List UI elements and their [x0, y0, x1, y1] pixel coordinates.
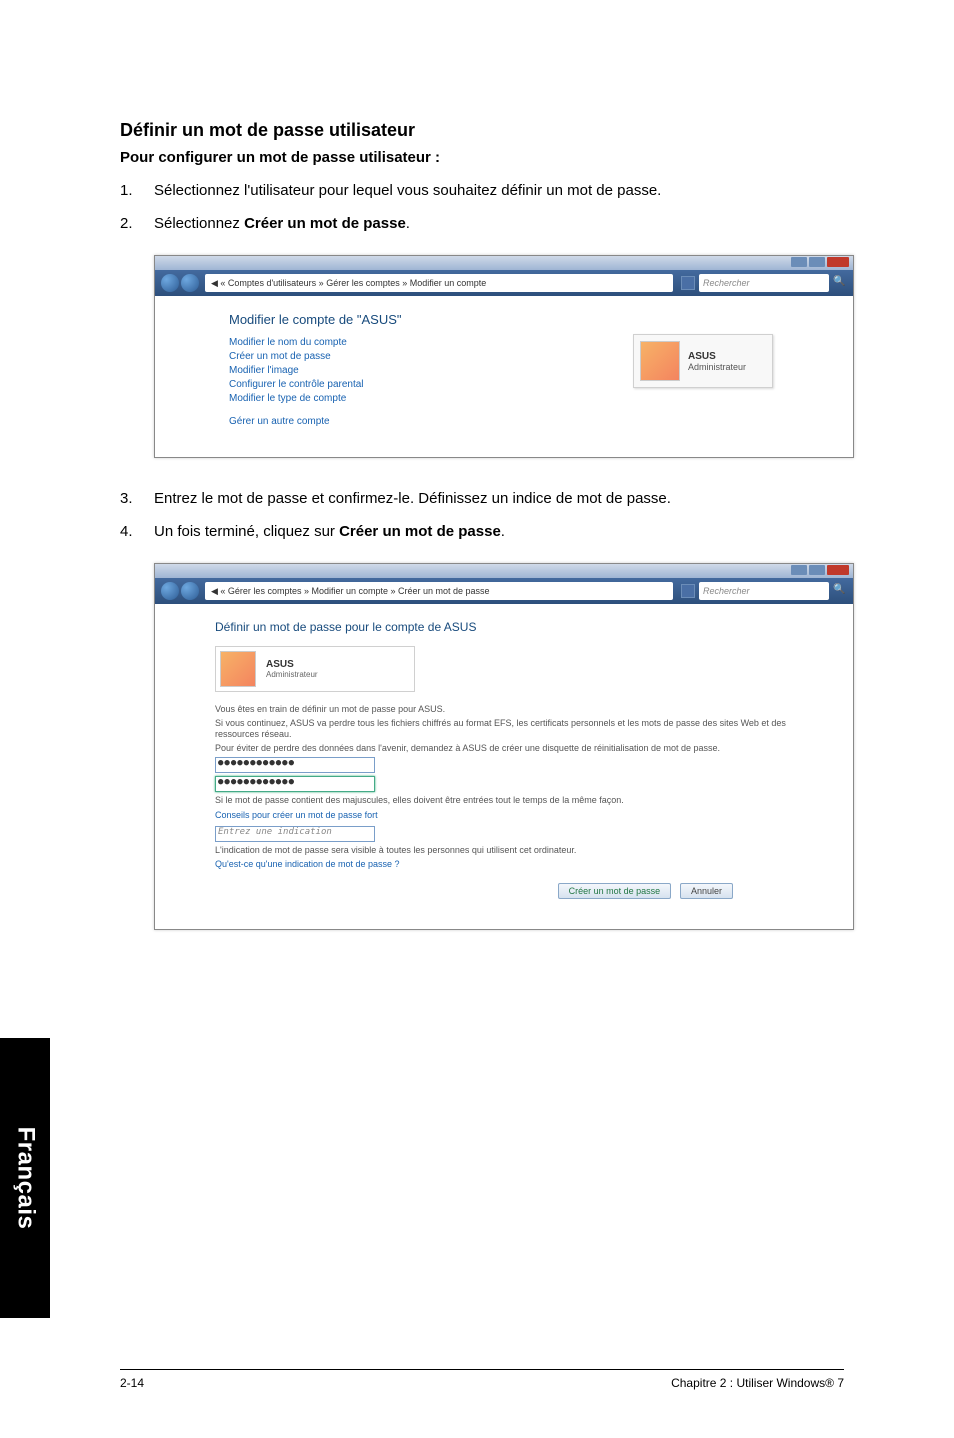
account-tile: ASUS Administrateur: [633, 334, 773, 388]
hint-visible-text: L'indication de mot de passe sera visibl…: [215, 845, 813, 855]
window-buttons: [791, 565, 849, 575]
separator: [229, 407, 825, 413]
link-what-is-hint[interactable]: Qu'est-ce qu'une indication de mot de pa…: [215, 859, 813, 869]
step-prefix: Un fois terminé, cliquez sur: [154, 523, 339, 540]
search-icon[interactable]: 🔍: [833, 276, 847, 290]
forward-button[interactable]: [181, 274, 199, 292]
step-number: 3.: [120, 488, 154, 511]
close-button[interactable]: [827, 565, 849, 575]
page-footer: 2-14 Chapitre 2 : Utiliser Windows® 7: [120, 1369, 844, 1390]
account-name: ASUS: [688, 351, 746, 362]
hint-text: Pour éviter de perdre des données dans l…: [215, 743, 813, 753]
close-button[interactable]: [827, 257, 849, 267]
maximize-button[interactable]: [809, 257, 825, 267]
back-button[interactable]: [161, 582, 179, 600]
search-wrap: Rechercher 🔍: [681, 582, 847, 600]
step-suffix: .: [406, 215, 410, 232]
step-text: Un fois terminé, cliquez sur Créer un mo…: [154, 521, 505, 544]
refresh-icon[interactable]: [681, 276, 695, 290]
cancel-button[interactable]: Annuler: [680, 883, 733, 899]
breadcrumb[interactable]: ◀ « Comptes d'utilisateurs » Gérer les c…: [205, 274, 673, 292]
button-row: Créer un mot de passe Annuler: [215, 883, 813, 899]
panel-body: Modifier le compte de "ASUS" Modifier le…: [155, 296, 853, 457]
search-input[interactable]: Rechercher: [699, 582, 829, 600]
explorer-toolbar: ◀ « Comptes d'utilisateurs » Gérer les c…: [155, 270, 853, 296]
step-text: Sélectionnez l'utilisateur pour lequel v…: [154, 180, 661, 203]
account-info: ASUS Administrateur: [688, 351, 746, 372]
panel-heading: Définir un mot de passe pour le compte d…: [215, 620, 813, 634]
language-label: Français: [11, 1127, 39, 1230]
intro-text: Vous êtes en train de définir un mot de …: [215, 704, 813, 714]
link-strong-password[interactable]: Conseils pour créer un mot de passe fort: [215, 810, 813, 820]
explorer-toolbar: ◀ « Gérer les comptes » Modifier un comp…: [155, 578, 853, 604]
forward-button[interactable]: [181, 582, 199, 600]
step-bold: Créer un mot de passe: [244, 215, 406, 232]
step-3: 3. Entrez le mot de passe et confirmez-l…: [120, 488, 844, 511]
document-page: Définir un mot de passe utilisateur Pour…: [0, 0, 954, 1438]
breadcrumb[interactable]: ◀ « Gérer les comptes » Modifier un comp…: [205, 582, 673, 600]
link-change-type[interactable]: Modifier le type de compte: [229, 393, 825, 404]
page-number: 2-14: [120, 1376, 144, 1390]
chapter-label: Chapitre 2 : Utiliser Windows® 7: [671, 1376, 844, 1390]
step-prefix: Sélectionnez: [154, 215, 244, 232]
step-text: Sélectionnez Créer un mot de passe.: [154, 213, 410, 236]
account-role: Administrateur: [266, 670, 318, 679]
minimize-button[interactable]: [791, 257, 807, 267]
minimize-button[interactable]: [791, 565, 807, 575]
account-name: ASUS: [266, 659, 318, 670]
nav-buttons: [161, 274, 199, 292]
section-title: Définir un mot de passe utilisateur: [120, 120, 844, 141]
window-titlebar: [155, 564, 853, 578]
search-wrap: Rechercher 🔍: [681, 274, 847, 292]
screenshot-modify-account: ◀ « Comptes d'utilisateurs » Gérer les c…: [154, 255, 854, 458]
password-hint-input[interactable]: Entrez une indication: [215, 826, 375, 842]
account-role: Administrateur: [688, 362, 746, 372]
step-text: Entrez le mot de passe et confirmez-le. …: [154, 488, 671, 511]
panel-heading: Modifier le compte de "ASUS": [229, 312, 825, 327]
back-button[interactable]: [161, 274, 179, 292]
window-titlebar: [155, 256, 853, 270]
search-icon[interactable]: 🔍: [833, 584, 847, 598]
step-suffix: .: [501, 523, 505, 540]
link-manage-other[interactable]: Gérer un autre compte: [229, 416, 825, 427]
step-number: 1.: [120, 180, 154, 203]
password-confirm-input[interactable]: ●●●●●●●●●●●●: [215, 776, 375, 792]
nav-buttons: [161, 582, 199, 600]
account-info: ASUS Administrateur: [266, 659, 318, 679]
step-number: 2.: [120, 213, 154, 236]
step-4: 4. Un fois terminé, cliquez sur Créer un…: [120, 521, 844, 544]
avatar-icon: [640, 341, 680, 381]
avatar-icon: [220, 651, 256, 687]
account-tile: ASUS Administrateur: [215, 646, 415, 692]
step-2: 2. Sélectionnez Créer un mot de passe.: [120, 213, 844, 236]
window-buttons: [791, 257, 849, 267]
maximize-button[interactable]: [809, 565, 825, 575]
warning-text: Si vous continuez, ASUS va perdre tous l…: [215, 718, 813, 739]
screenshot-create-password: ◀ « Gérer les comptes » Modifier un comp…: [154, 563, 854, 930]
step-bold: Créer un mot de passe: [339, 523, 501, 540]
search-input[interactable]: Rechercher: [699, 274, 829, 292]
language-tab: Français: [0, 1038, 50, 1318]
panel-body: Définir un mot de passe pour le compte d…: [155, 604, 853, 929]
password-input[interactable]: ●●●●●●●●●●●●: [215, 757, 375, 773]
section-subtitle: Pour configurer un mot de passe utilisat…: [120, 149, 844, 166]
step-number: 4.: [120, 521, 154, 544]
case-hint-text: Si le mot de passe contient des majuscul…: [215, 795, 813, 805]
step-1: 1. Sélectionnez l'utilisateur pour leque…: [120, 180, 844, 203]
refresh-icon[interactable]: [681, 584, 695, 598]
create-password-button[interactable]: Créer un mot de passe: [558, 883, 672, 899]
